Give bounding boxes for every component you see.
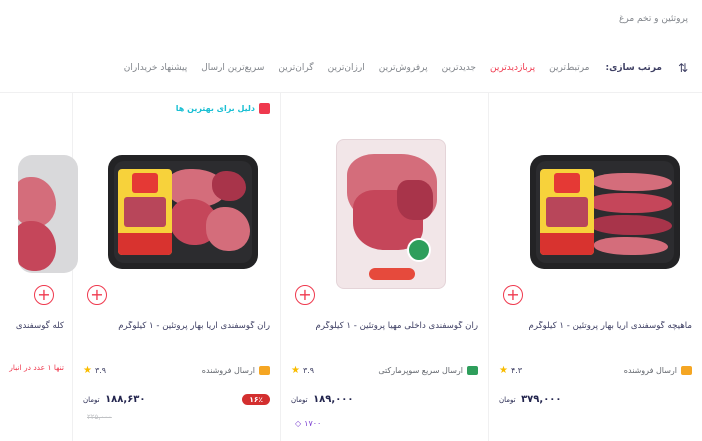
currency-label: تومان: [499, 395, 516, 404]
sort-icon: ⇅: [677, 61, 689, 75]
sort-option-cheapest[interactable]: ارزان‌ترین: [328, 63, 365, 73]
price: ۱۸۸,۶۳۰ تومان: [83, 394, 146, 405]
shipping-info: ارسال فروشنده: [201, 365, 270, 375]
rating: ★ ۴.۳: [499, 365, 522, 376]
price-value: ۳۷۹,۰۰۰: [521, 393, 562, 405]
seller-shipping-icon: [259, 365, 270, 375]
sort-option-newest[interactable]: جدیدترین: [442, 63, 476, 73]
star-icon: ★: [499, 364, 508, 376]
brand-label-image: [540, 169, 594, 255]
breadcrumb[interactable]: پروتئین و تخم مرغ: [619, 14, 688, 24]
meat-tray-image: [108, 155, 258, 269]
product-grid: + ماهیچه گوسفندی آریا بهار پروتئین - ۱ ک…: [0, 92, 702, 441]
sort-option-buyer-suggestion[interactable]: پیشنهاد خریداران: [124, 63, 187, 73]
club-price-value: ۱۷۰۰: [304, 419, 322, 428]
add-to-cart-button[interactable]: +: [295, 285, 315, 305]
add-to-cart-button[interactable]: +: [503, 285, 523, 305]
promo-label: دلیل برای بهترین ها: [175, 104, 255, 113]
price-row: ۱۸۹,۰۰۰ تومان: [291, 391, 478, 407]
product-title[interactable]: ران گوسفندی آریا بهار پروتئین - ۱ کیلوگر…: [83, 321, 270, 331]
product-image[interactable]: [18, 155, 78, 273]
product-title[interactable]: کله گوسفندی: [16, 321, 64, 331]
rating: ★ ۳.۹: [83, 365, 106, 376]
price-row: ۳۷۹,۰۰۰ تومان: [499, 391, 692, 407]
brand-label-image: [118, 169, 172, 255]
price: ۳۷۹,۰۰۰ تومان: [499, 394, 562, 405]
rating: ★ ۳.۹: [291, 365, 314, 376]
product-card[interactable]: + ماهیچه گوسفندی آریا بهار پروتئین - ۱ ک…: [488, 93, 702, 441]
shipping-info: ارسال فروشنده: [623, 365, 692, 375]
rating-value: ۴.۳: [510, 365, 523, 375]
sort-option-most-viewed[interactable]: پربازدیدترین: [490, 63, 535, 73]
club-price: ۱۷۰۰ ◇: [295, 419, 321, 428]
price: ۱۸۹,۰۰۰ تومان: [291, 394, 354, 405]
product-meta: ارسال سریع سوپرمارکتی ★ ۳.۹: [291, 363, 478, 377]
sort-option-fastest-shipping[interactable]: سریع‌ترین ارسال: [201, 63, 264, 73]
old-price: ۲۲۵,۰۰۰: [87, 413, 112, 421]
add-to-cart-button[interactable]: +: [87, 285, 107, 305]
club-diamond-icon: ◇: [295, 419, 302, 428]
shipping-label: ارسال فروشنده: [623, 365, 677, 375]
product-image[interactable]: [316, 139, 466, 289]
shipping-label: ارسال سریع سوپرمارکتی: [378, 365, 463, 375]
shipping-label: ارسال فروشنده: [201, 365, 255, 375]
sort-bar: ⇅ مرتب سازی: مرتبط‌ترین پربازدیدترین جدی…: [12, 58, 690, 78]
sort-option-relevant[interactable]: مرتبط‌ترین: [549, 63, 589, 73]
promo-icon: [259, 103, 270, 114]
stock-warning: تنها ۱ عدد در انبار: [9, 363, 64, 372]
currency-label: تومان: [291, 395, 308, 404]
price-row: ۱۶٪ ۱۸۸,۶۳۰ تومان: [83, 391, 270, 407]
product-meta: ارسال فروشنده ★ ۴.۳: [499, 363, 692, 377]
sort-label: مرتب سازی:: [605, 63, 662, 73]
rating-value: ۳.۹: [302, 365, 315, 375]
product-title[interactable]: ران گوسفندی داخلی مهیا پروتئین - ۱ کیلوگ…: [291, 321, 478, 331]
product-image[interactable]: [530, 139, 680, 289]
sort-option-most-expensive[interactable]: گران‌ترین: [278, 63, 313, 73]
product-card[interactable]: + کله گوسفندی تنها ۱ عدد در انبار: [0, 93, 78, 441]
rating-value: ۳.۹: [94, 365, 107, 375]
seller-shipping-icon: [681, 365, 692, 375]
star-icon: ★: [291, 364, 300, 376]
sort-option-best-selling[interactable]: پرفروش‌ترین: [379, 63, 428, 73]
quality-badge-icon: [407, 238, 431, 262]
price-value: ۱۸۹,۰۰۰: [313, 393, 354, 405]
brand-logo: [369, 268, 415, 280]
price-value: ۱۸۸,۶۳۰: [105, 393, 146, 405]
currency-label: تومان: [83, 395, 100, 404]
fast-shipping-icon: [467, 365, 478, 375]
add-to-cart-button[interactable]: +: [34, 285, 54, 305]
meat-tray-image: [530, 155, 680, 269]
star-icon: ★: [83, 364, 92, 376]
promo-banner: دلیل برای بهترین ها: [176, 103, 270, 114]
shipping-info: ارسال سریع سوپرمارکتی: [378, 365, 478, 375]
product-image[interactable]: [108, 139, 258, 289]
discount-badge: ۱۶٪: [242, 393, 270, 405]
meat-bag-image: [336, 139, 446, 289]
product-card[interactable]: + ران گوسفندی داخلی مهیا پروتئین - ۱ کیل…: [280, 93, 488, 441]
product-meta: ارسال فروشنده ★ ۳.۹: [83, 363, 270, 377]
product-card[interactable]: دلیل برای بهترین ها + ران گوسفندی آریا ب…: [72, 93, 280, 441]
product-title[interactable]: ماهیچه گوسفندی آریا بهار پروتئین - ۱ کیل…: [499, 321, 692, 331]
